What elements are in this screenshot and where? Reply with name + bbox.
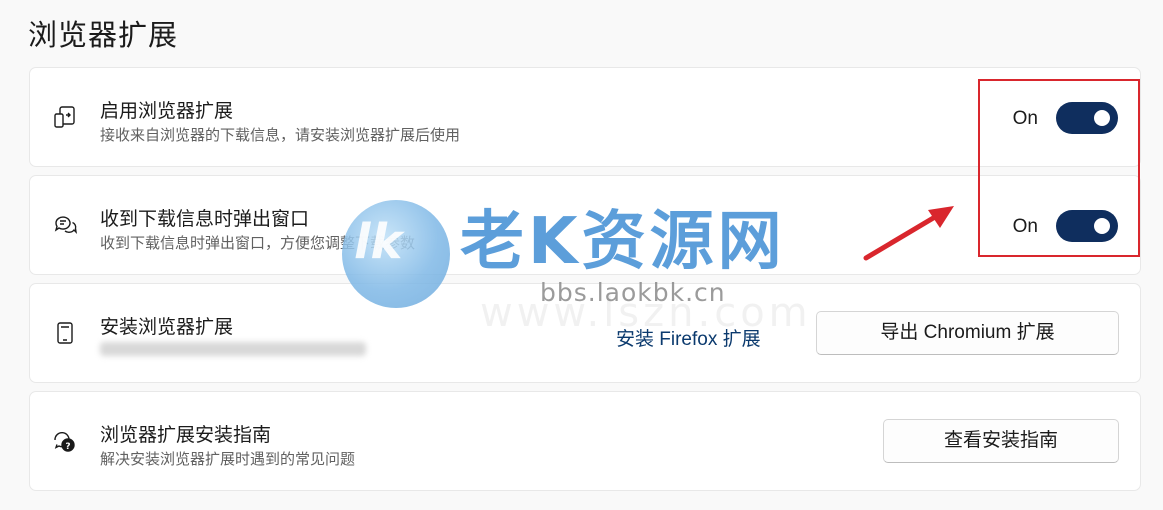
export-chromium-extension-button[interactable]: 导出 Chromium 扩展 [816,311,1119,355]
page-title: 浏览器扩展 [28,20,179,52]
settings-page: 浏览器扩展 启用浏览器扩展 接收来自浏览器的下载信息，请安装浏览器扩展后使用 O… [0,0,1163,510]
setting-description: 接收来自浏览器的下载信息，请安装浏览器扩展后使用 [100,127,461,144]
setting-card-enable-extension: 启用浏览器扩展 接收来自浏览器的下载信息，请安装浏览器扩展后使用 On [29,67,1141,167]
tablet-icon [52,320,78,346]
install-firefox-extension-link[interactable]: 安装 Firefox 扩展 [616,324,761,351]
svg-text:?: ? [65,442,70,452]
chat-bubbles-icon [52,212,78,238]
redacted-description [100,342,366,356]
setting-title: 启用浏览器扩展 [100,101,234,122]
view-install-guide-button[interactable]: 查看安装指南 [883,419,1119,463]
setting-description: 收到下载信息时弹出窗口，方便您调整下载参数 [100,235,416,252]
annotation-arrow-icon [863,206,954,261]
setting-card-install-extension: 安装浏览器扩展 安装 Firefox 扩展 导出 Chromium 扩展 [29,283,1141,383]
setting-title: 安装浏览器扩展 [100,317,234,338]
setting-title: 收到下载信息时弹出窗口 [100,209,310,230]
annotation-highlight-box [978,79,1140,257]
setting-title: 浏览器扩展安装指南 [100,425,272,446]
setting-card-popup-window: 收到下载信息时弹出窗口 收到下载信息时弹出窗口，方便您调整下载参数 On [29,175,1141,275]
device-link-icon [52,104,78,130]
setting-card-install-guide: ? 浏览器扩展安装指南 解决安装浏览器扩展时遇到的常见问题 查看安装指南 [29,391,1141,491]
setting-description: 解决安装浏览器扩展时遇到的常见问题 [100,451,356,468]
help-chat-icon: ? [52,428,78,454]
